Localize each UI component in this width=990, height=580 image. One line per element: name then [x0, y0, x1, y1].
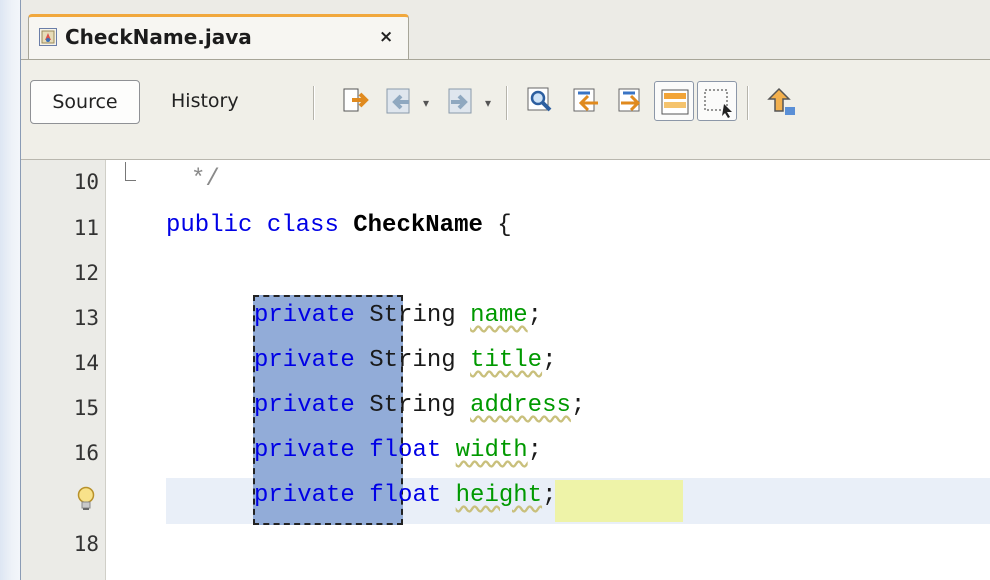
semicolon: ;	[542, 482, 557, 509]
code-line-16[interactable]: private float width;	[254, 437, 542, 464]
code-line-11[interactable]: public class CheckName {	[166, 212, 512, 239]
field-name: width	[455, 437, 528, 464]
tab-checkname-java[interactable]: CheckName.java ×	[28, 14, 409, 60]
history-button[interactable]: History	[171, 90, 239, 112]
field-name: address	[470, 392, 571, 419]
line-number: 13	[73, 306, 99, 330]
type: String	[369, 392, 456, 419]
lightbulb-icon[interactable]	[77, 486, 95, 512]
line-number: 10	[73, 170, 99, 194]
forward-icon[interactable]	[441, 81, 481, 121]
fold-marker[interactable]	[125, 162, 136, 181]
java-file-icon	[39, 28, 57, 46]
find-icon[interactable]	[521, 81, 561, 121]
field-name: title	[470, 347, 543, 374]
field-name: name	[470, 302, 528, 329]
close-icon[interactable]: ×	[379, 27, 393, 47]
type: float	[369, 437, 442, 464]
code-line-14[interactable]: private String title;	[254, 347, 556, 374]
code-line-13[interactable]: private String name;	[254, 302, 542, 329]
semicolon: ;	[570, 392, 586, 419]
type: String	[369, 302, 456, 329]
line-number: 12	[73, 261, 99, 285]
modifier: private	[254, 437, 355, 464]
line-number: 18	[73, 532, 99, 556]
type: float	[369, 482, 442, 509]
chevron-down-icon[interactable]: ▾	[423, 96, 429, 110]
modifier: private	[254, 347, 355, 374]
back-icon[interactable]	[379, 81, 419, 121]
keyword: class	[266, 212, 339, 239]
find-previous-icon[interactable]	[566, 81, 606, 121]
modifier: private	[254, 482, 355, 509]
editor-window: CheckName.java × Source History ▾ ▾ 10 1…	[20, 0, 990, 580]
semicolon: ;	[542, 347, 557, 374]
modifier: private	[254, 302, 355, 329]
tab-bar: CheckName.java ×	[21, 0, 990, 60]
toolbar-separator	[747, 86, 749, 120]
source-button[interactable]: Source	[30, 80, 140, 124]
line-number: 14	[73, 351, 99, 375]
keyword: public	[166, 212, 253, 239]
toggle-highlight-icon[interactable]	[654, 81, 694, 121]
line-number: 11	[73, 216, 99, 240]
line-number: 16	[73, 441, 99, 465]
find-next-icon[interactable]	[611, 81, 651, 121]
type: String	[369, 347, 456, 374]
line-number-gutter: 10 11 12 13 14 15 16 18	[21, 160, 106, 580]
class-name: CheckName	[353, 212, 483, 239]
editor-toolbar: Source History ▾ ▾	[21, 60, 990, 160]
field-name: height	[455, 482, 543, 509]
modifier: private	[254, 392, 355, 419]
code-line-10[interactable]: */	[191, 166, 220, 193]
brace: {	[497, 212, 512, 239]
comment-text: */	[191, 166, 220, 193]
toolbar-separator	[313, 86, 315, 120]
line-number: 15	[73, 396, 99, 420]
code-editor[interactable]: 10 11 12 13 14 15 16 18 */ public class …	[21, 160, 990, 580]
code-line-17[interactable]: private float height;	[254, 482, 556, 509]
code-line-15[interactable]: private String address;	[254, 392, 585, 419]
semicolon: ;	[527, 302, 543, 329]
rectangular-selection-icon[interactable]	[697, 81, 737, 121]
tab-title: CheckName.java	[65, 25, 252, 49]
shift-line-up-icon[interactable]	[759, 81, 799, 121]
toolbar-separator	[506, 86, 508, 120]
semicolon: ;	[527, 437, 543, 464]
last-edit-icon[interactable]	[336, 81, 376, 121]
word-highlight	[555, 480, 683, 522]
chevron-down-icon[interactable]: ▾	[485, 96, 491, 110]
